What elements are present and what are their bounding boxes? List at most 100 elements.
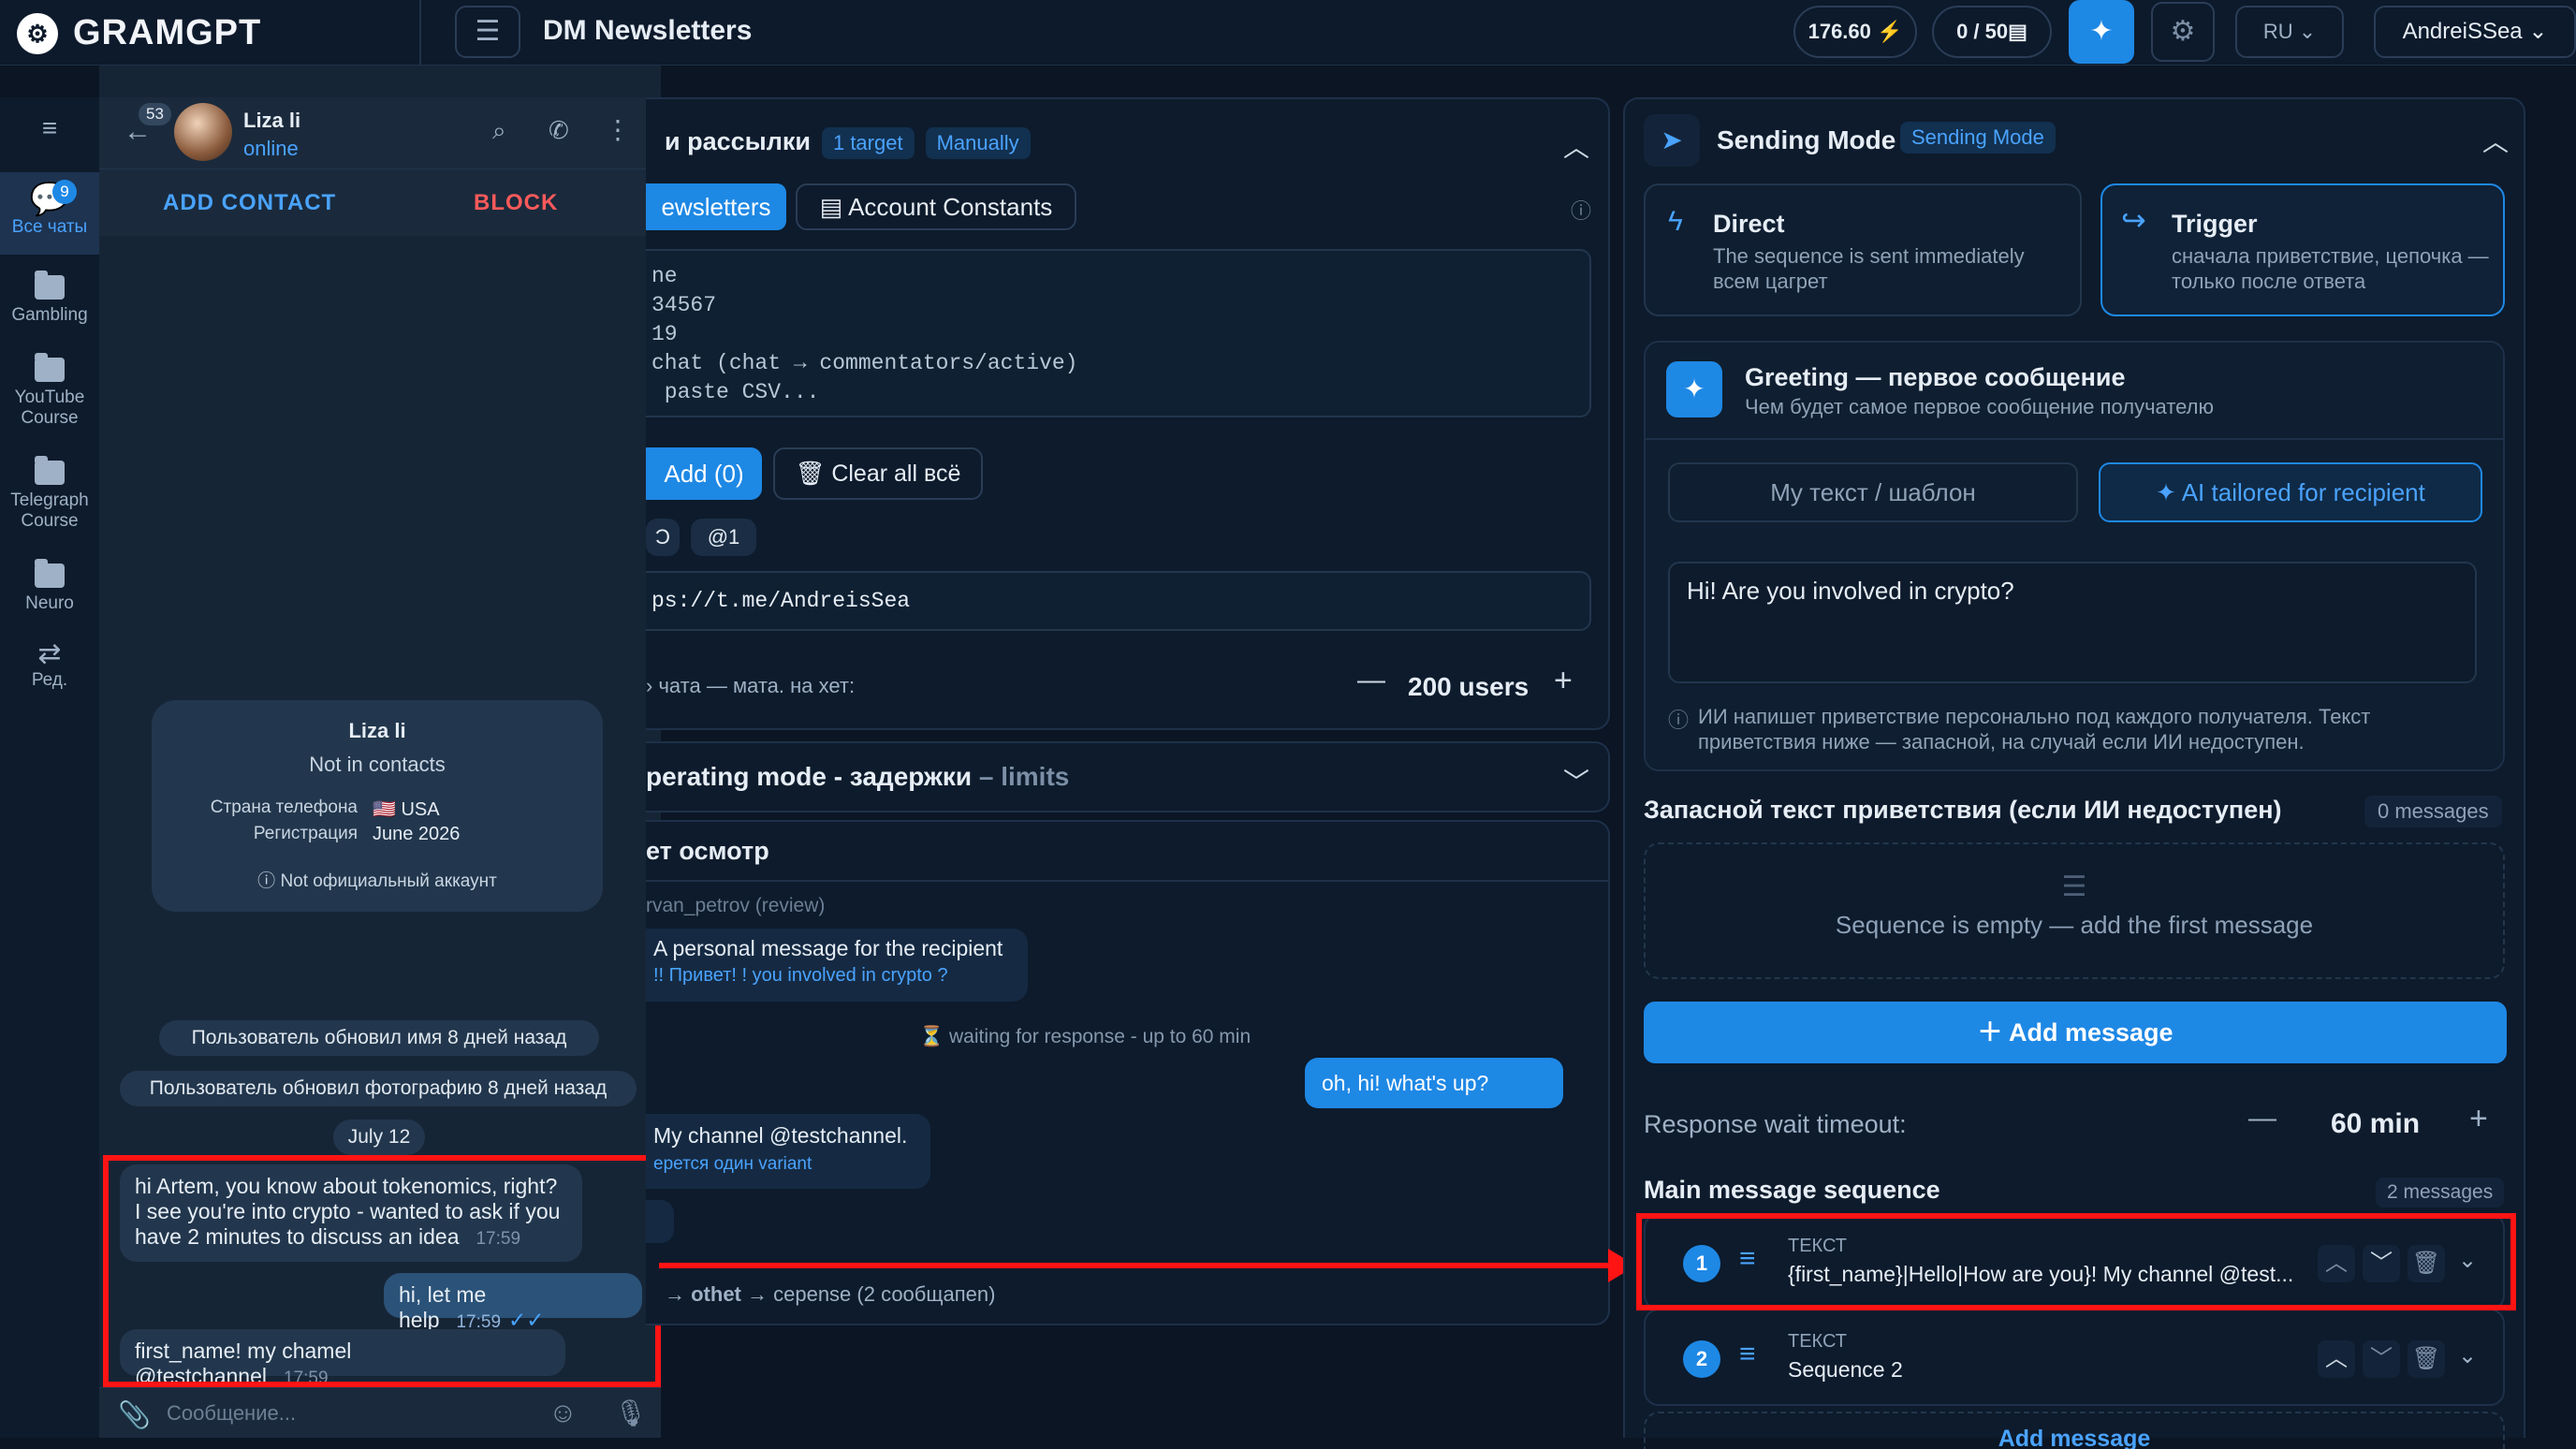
avatar[interactable] <box>174 103 232 161</box>
expand-chevron-icon[interactable]: ﹀ <box>1563 762 1589 799</box>
greeting-subtitle: Чем будет самое первое сообщение получат… <box>1745 395 2214 418</box>
link-input[interactable]: ps://t.me/AndreisSea <box>646 571 1591 631</box>
sidebar-item-label: Gambling <box>11 305 88 325</box>
ai-sparkle-button[interactable]: ✦ <box>2069 0 2134 64</box>
sidebar-item-label: Neuro <box>25 593 74 613</box>
incoming-message: first_name! my chamel @testchannel 17:59 <box>120 1329 565 1388</box>
main-sequence-title: Main message sequence <box>1644 1176 1940 1204</box>
incoming-message: hi Artem, you know about tokenomics, rig… <box>120 1164 582 1262</box>
clear-all-button[interactable]: 🗑 Clear all всё <box>773 447 983 500</box>
increase-button[interactable]: + <box>1554 663 1573 699</box>
more-options-icon[interactable]: ⋮ <box>605 114 631 145</box>
hamburger-icon[interactable]: ≡ <box>0 115 99 141</box>
expand-chevron-icon[interactable]: ⌄ <box>2458 1247 2477 1274</box>
sidebar-item-all-chats[interactable]: 9 💬 Все чаты <box>0 172 99 255</box>
registration-label: Регистрация <box>253 824 358 843</box>
sidebar-item-label: Telegraph Course <box>10 490 89 531</box>
add-message-bottom-button[interactable]: Add message <box>1644 1412 2505 1449</box>
lightning-icon: ϟ <box>1668 206 1683 237</box>
timeout-label: Response wait timeout: <box>1644 1110 1907 1138</box>
brand-name: GRAMGPT <box>73 13 262 52</box>
wait-indicator: ⏳ waiting for response - up to 60 min <box>908 1026 1263 1048</box>
targets-textarea[interactable]: ne 34567 19 chat (chat → commentators/ac… <box>646 249 1591 417</box>
sidebar-item-youtube-course[interactable]: YouTube Course <box>0 353 99 429</box>
sidebar-item-gambling[interactable]: Gambling <box>0 271 99 326</box>
sequence-item[interactable]: 1 ≡ ТЕКСТ {first_name}|Hello|How are you… <box>1644 1213 2505 1310</box>
target-count-tag: 1 target <box>821 127 915 159</box>
sidebar-item-label: Ред. <box>31 670 68 690</box>
contact-info-card: Liza li Not in contacts Страна телефона … <box>152 700 603 912</box>
sidebar-item-neuro[interactable]: Neuro <box>0 559 99 614</box>
tab-newsletters[interactable]: ewsletters <box>646 183 786 230</box>
collapse-chevron-icon[interactable]: ︿ <box>1563 127 1589 165</box>
add-message-button[interactable]: ＋ Add message <box>1644 1002 2507 1063</box>
microphone-icon[interactable]: 🎙 <box>614 1398 648 1428</box>
collapse-chevron-icon[interactable]: ︿ <box>2482 122 2509 159</box>
greeting-textarea[interactable]: Hi! Are you involved in crypto? <box>1668 562 2477 683</box>
info-icon[interactable]: ⓘ <box>1571 195 1591 225</box>
sidebar-item-telegraph-course[interactable]: Telegraph Course <box>0 456 99 532</box>
sequence-type: ТЕКСТ <box>1788 1331 1847 1352</box>
collapse-menu-button[interactable]: ☰ <box>455 6 520 58</box>
timeout-increase-button[interactable]: + <box>2469 1101 2488 1137</box>
fallback-count-badge: 0 messages <box>2364 796 2502 827</box>
decrease-button[interactable]: — <box>1357 665 1385 696</box>
move-up-icon[interactable]: ︿ <box>2318 1245 2355 1282</box>
chip[interactable]: @1 <box>691 519 756 556</box>
ai-tailored-option-button[interactable]: ✦ AI tailored for recipient <box>2099 462 2482 522</box>
move-down-icon[interactable]: ﹀ <box>2363 1245 2400 1282</box>
chat-actions-bar: ADD CONTACT BLOCK <box>99 168 661 236</box>
attach-icon[interactable]: 📎 <box>118 1399 151 1430</box>
contact-name: Liza li <box>243 109 301 132</box>
quota-badge[interactable]: 0 / 50▤ <box>1932 6 2052 58</box>
sending-mode-tag: Sending Mode <box>1900 122 2056 154</box>
phone-icon[interactable]: ✆ <box>549 116 569 145</box>
mode-trigger-card[interactable]: ↪ Trigger сначала приветствие, цепочка —… <box>2100 183 2505 316</box>
limit-value: 200 users <box>1408 672 1530 701</box>
chip[interactable]: Ɔ <box>646 519 680 556</box>
message-input[interactable]: Сообщение... <box>167 1401 296 1426</box>
block-button[interactable]: BLOCK <box>474 190 558 216</box>
warning-row: ⓘ Not официальный аккаунт <box>152 867 603 892</box>
chat-header: ← 53 Liza li online ⌕ ✆ ⋮ <box>99 97 661 168</box>
add-targets-button[interactable]: Add (0) <box>646 447 762 500</box>
greeting-card: ✦ Greeting — первое сообщение Чем будет … <box>1644 341 2505 771</box>
divider <box>419 0 421 66</box>
template-option-button[interactable]: My текст / шаблон <box>1668 462 2078 522</box>
move-up-icon[interactable]: ︿ <box>2318 1340 2355 1378</box>
operating-mode-section[interactable]: perating mode - задержки – limits ﹀ <box>646 741 1610 812</box>
language-select[interactable]: RU ⌄ <box>2235 6 2344 58</box>
preview-title: ет осмотр <box>646 837 769 865</box>
phone-country-label: Страна телефона <box>210 798 358 817</box>
emoji-icon[interactable]: ☺ <box>549 1398 578 1429</box>
move-down-icon[interactable]: ﹀ <box>2363 1340 2400 1378</box>
search-icon[interactable]: ⌕ <box>492 116 506 146</box>
fallback-title: Запасной текст приветствия (если ИИ недо… <box>1644 796 2282 824</box>
tab-account-constants[interactable]: ▤ Account Constants <box>796 183 1076 230</box>
delete-trash-icon[interactable]: 🗑 <box>2408 1245 2445 1282</box>
settings-gear-icon[interactable]: ⚙ <box>2151 2 2215 62</box>
plus-icon: ＋ <box>1977 1018 2009 1046</box>
expand-chevron-icon[interactable]: ⌄ <box>2458 1342 2477 1369</box>
delete-trash-icon[interactable]: 🗑 <box>2408 1340 2445 1378</box>
swap-arrows-icon: ⇄ <box>37 638 62 669</box>
user-menu[interactable]: AndreiSSea ⌄ <box>2374 6 2576 58</box>
mode-direct-card[interactable]: ϟ Direct The sequence is sent immediatel… <box>1644 183 2082 316</box>
newsletter-targets-panel: и рассылки 1 target Manually ︿ ewsletters … <box>646 97 1610 730</box>
mode-tag: Manually <box>925 127 1031 159</box>
system-message: Пользователь обновил фотографию 8 дней н… <box>120 1071 637 1106</box>
mode-description: The sequence is sent immediately всем ца… <box>1713 244 2025 293</box>
add-contact-button[interactable]: ADD CONTACT <box>163 190 336 216</box>
mode-title: Direct <box>1713 210 1785 238</box>
timeout-decrease-button[interactable]: — <box>2248 1103 2276 1134</box>
sidebar-item-edit[interactable]: ⇄ Ред. <box>0 638 99 691</box>
sequence-item[interactable]: 2 ≡ ТЕКСТ Sequence 2 ︿ ﹀ 🗑 ⌄ <box>1644 1309 2505 1406</box>
preview-message: A personal message for the recipient !! … <box>646 929 1028 1002</box>
card-name: Liza li <box>348 719 406 742</box>
online-status: online <box>243 137 299 160</box>
folder-sidebar: ≡ 9 💬 Все чаты Gambling YouTube Course T… <box>0 97 99 1438</box>
preview-message: My channel @testchannel. ерется один var… <box>646 1114 930 1189</box>
empty-sequence-dropzone[interactable]: ☰ Sequence is empty — add the first mess… <box>1644 842 2505 979</box>
balance-badge[interactable]: 176.60 ⚡ <box>1793 6 1917 58</box>
registration-value: June 2026 <box>373 824 461 844</box>
